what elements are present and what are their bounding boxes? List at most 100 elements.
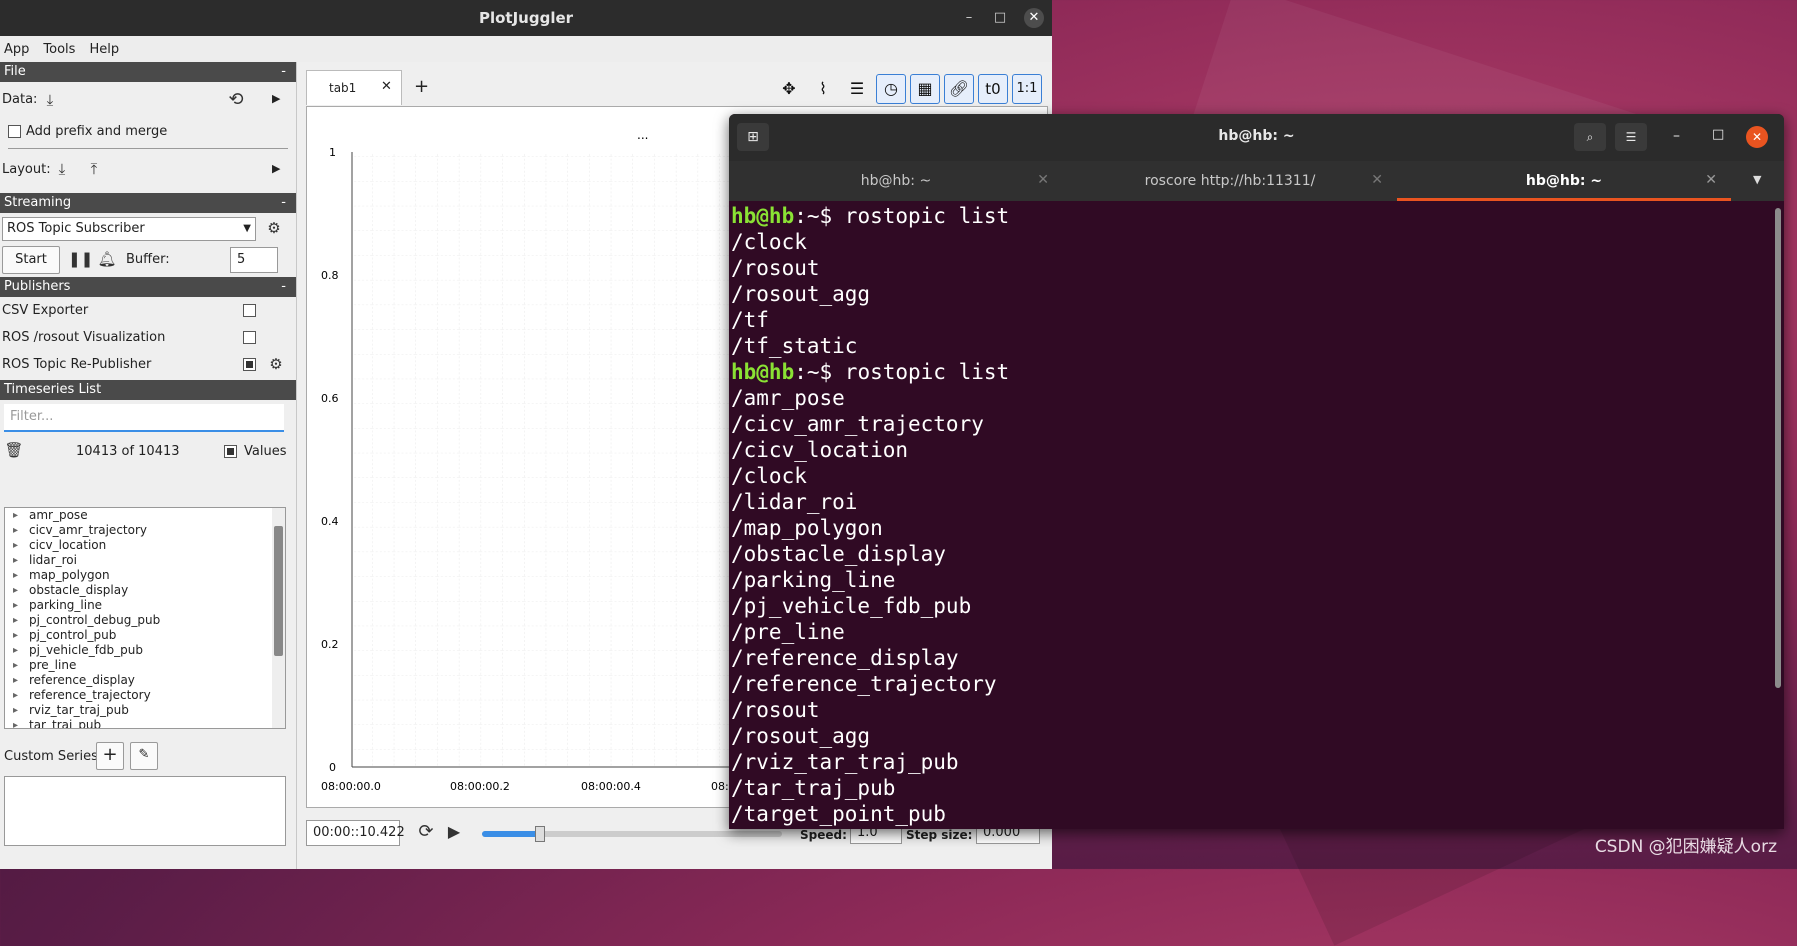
menu-app[interactable]: App	[4, 42, 29, 57]
tree-item[interactable]: cicv_location	[5, 538, 285, 553]
publisher-checkbox[interactable]	[243, 358, 256, 371]
expand-arrow-icon[interactable]: ▶	[272, 162, 280, 175]
search-icon[interactable]: ⌕	[1574, 123, 1606, 151]
timeseries-tree[interactable]: amr_pose cicv_amr_trajectory cicv_locati…	[4, 507, 286, 729]
menu-tools[interactable]: Tools	[43, 42, 75, 57]
minimize-button[interactable]: –	[960, 9, 978, 27]
tree-item[interactable]: cicv_amr_trajectory	[5, 523, 285, 538]
time-zero-icon[interactable]: t0	[978, 74, 1008, 104]
tree-item[interactable]: obstacle_display	[5, 583, 285, 598]
terminal-output-line: /rviz_tar_traj_pub	[731, 750, 959, 774]
close-tab-icon[interactable]: ✕	[1037, 172, 1049, 188]
close-tab-icon[interactable]: ✕	[381, 79, 392, 94]
slider-handle[interactable]	[535, 826, 545, 842]
tree-item[interactable]: lidar_roi	[5, 553, 285, 568]
pause-icon[interactable]: ❚❚	[68, 249, 93, 269]
terminal-output-line: /cicv_amr_trajectory	[731, 412, 984, 436]
tree-item[interactable]: reference_trajectory	[5, 688, 285, 703]
values-checkbox[interactable]	[224, 445, 237, 458]
prompt-user: hb@hb	[731, 360, 795, 384]
publisher-row: ROS Topic Re-Publisher ⚙	[0, 351, 296, 378]
publisher-checkbox[interactable]	[243, 331, 256, 344]
section-file-header[interactable]: File -	[0, 62, 296, 82]
ratio-one-icon[interactable]: 1:1	[1012, 74, 1042, 104]
prefix-checkbox[interactable]	[8, 125, 21, 138]
trash-icon[interactable]: 🗑︎	[4, 440, 24, 460]
tree-item[interactable]: pj_control_pub	[5, 628, 285, 643]
link-icon[interactable]: 🔗︎	[944, 74, 974, 104]
tree-item[interactable]: pj_vehicle_fdb_pub	[5, 643, 285, 658]
time-display[interactable]: 00:00::10.422	[306, 820, 405, 846]
tree-item[interactable]: pj_control_debug_pub	[5, 613, 285, 628]
start-button[interactable]: Start	[2, 246, 60, 274]
section-streaming-header[interactable]: Streaming -	[0, 193, 296, 213]
layout-row: Layout: ⤓ ⤒ ▶	[0, 149, 296, 189]
terminal-output-line: /rosout	[731, 698, 820, 722]
publisher-row: ROS /rosout Visualization	[0, 324, 296, 351]
close-button[interactable]: ✕	[1024, 8, 1044, 28]
maximize-button[interactable]: □	[991, 9, 1009, 27]
menu-help[interactable]: Help	[89, 42, 119, 57]
terminal-tab-active[interactable]: hb@hb: ~ ✕	[1397, 161, 1731, 201]
add-tab-button[interactable]: +	[414, 76, 429, 97]
minimize-button[interactable]: –	[1673, 128, 1680, 144]
play-icon[interactable]: ▶	[444, 822, 464, 842]
tab-tab1[interactable]: tab1 ✕	[306, 70, 402, 105]
tree-scrollbar[interactable]	[272, 508, 285, 728]
close-button[interactable]: ✕	[1746, 126, 1768, 148]
section-timeseries-header[interactable]: Timeseries List	[0, 380, 296, 400]
terminal-tab[interactable]: hb@hb: ~ ✕	[729, 161, 1063, 201]
publisher-checkbox[interactable]	[243, 304, 256, 317]
time-icon[interactable]: ◷	[876, 74, 906, 104]
reload-icon[interactable]: ⟲	[226, 90, 246, 110]
terminal-output[interactable]: hb@hb:~$ rostopic list/clock/rosout/roso…	[729, 201, 1784, 827]
tree-item[interactable]: pre_line	[5, 658, 285, 673]
ratio-icon[interactable]: ⌇	[808, 74, 838, 104]
section-publishers-header[interactable]: Publishers -	[0, 277, 296, 297]
playback-slider[interactable]	[482, 826, 782, 842]
terminal-scrollbar[interactable]	[1775, 208, 1781, 688]
section-title: Timeseries List	[4, 382, 102, 397]
select-value: ROS Topic Subscriber	[7, 221, 145, 236]
tabs-dropdown-icon[interactable]: ▼	[1753, 173, 1761, 186]
y-tick: 0.8	[321, 269, 339, 282]
tree-item[interactable]: map_polygon	[5, 568, 285, 583]
grid-icon[interactable]: ▦	[910, 74, 940, 104]
prompt-user: hb@hb	[731, 204, 795, 228]
menu-icon[interactable]: ☰	[1615, 123, 1647, 151]
x-tick: 08:	[711, 780, 729, 793]
load-data-icon[interactable]: ⤓	[40, 90, 60, 110]
collapse-toggle[interactable]: -	[281, 62, 286, 82]
maximize-button[interactable]: □	[1712, 127, 1724, 142]
tree-item[interactable]: parking_line	[5, 598, 285, 613]
buffer-spinbox[interactable]: 5	[230, 247, 278, 273]
bell-icon[interactable]: 🔔︎	[97, 249, 117, 269]
tree-item[interactable]: tar_traj_pub	[5, 718, 285, 728]
move-icon[interactable]: ✥	[774, 74, 804, 104]
add-custom-series-button[interactable]: +	[96, 742, 124, 770]
save-layout-icon[interactable]: ⤒	[84, 159, 104, 179]
step-label: Step size:	[906, 828, 973, 842]
filter-input[interactable]: Filter...	[4, 404, 284, 432]
gear-icon[interactable]: ⚙	[264, 218, 284, 238]
expand-arrow-icon[interactable]: ▶	[272, 92, 280, 105]
list-icon[interactable]: ☰	[842, 74, 872, 104]
streaming-source-select[interactable]: ROS Topic Subscriber ▼	[2, 217, 256, 241]
collapse-toggle[interactable]: -	[281, 193, 286, 213]
y-tick: 0.4	[321, 515, 339, 528]
loop-icon[interactable]: ⟳	[416, 822, 436, 842]
terminal-tab[interactable]: roscore http://hb:11311/ ✕	[1063, 161, 1397, 201]
close-tab-icon[interactable]: ✕	[1705, 172, 1717, 188]
tree-item[interactable]: reference_display	[5, 673, 285, 688]
y-tick: 0.6	[321, 392, 339, 405]
edit-custom-series-button[interactable]: ✎	[130, 742, 158, 770]
scrollbar-thumb[interactable]	[274, 526, 283, 656]
tree-item[interactable]: amr_pose	[5, 508, 285, 523]
load-layout-icon[interactable]: ⤓	[52, 159, 72, 179]
custom-series-list[interactable]	[4, 776, 286, 846]
tree-item[interactable]: rviz_tar_traj_pub	[5, 703, 285, 718]
y-tick: 0.2	[321, 638, 339, 651]
gear-icon[interactable]: ⚙	[266, 354, 286, 374]
collapse-toggle[interactable]: -	[281, 277, 286, 297]
close-tab-icon[interactable]: ✕	[1371, 172, 1383, 188]
